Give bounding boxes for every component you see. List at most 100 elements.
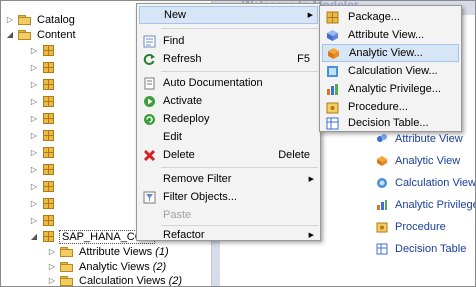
refresh-icon	[142, 52, 156, 66]
calculation-view-icon	[376, 177, 388, 189]
expand-arrow-icon[interactable]: ▷	[47, 276, 57, 285]
expand-arrow-icon[interactable]: ▷	[29, 216, 39, 225]
package-icon	[43, 113, 54, 124]
expand-arrow-icon[interactable]: ▷	[29, 165, 39, 174]
menu-item-label: Redeploy	[163, 113, 210, 125]
submenu-arrow-icon: ▶	[308, 232, 314, 239]
quick-link-label: Calculation View	[395, 177, 476, 189]
quick-link-label: Attribute View	[395, 133, 463, 145]
submenu-item-analytic-privilege[interactable]: Analytic Privilege...	[322, 80, 459, 98]
submenu-item-label: Package...	[348, 11, 400, 23]
submenu-item-label: Analytic View...	[349, 47, 423, 59]
tree-package-row[interactable]: ▷	[29, 76, 59, 93]
submenu-item-attribute-view[interactable]: Attribute View...	[322, 26, 459, 44]
tree-node-content[interactable]: ◢ Content	[5, 26, 76, 43]
expand-arrow-icon[interactable]: ▷	[29, 97, 39, 106]
submenu-item-label: Procedure...	[348, 101, 408, 113]
new-submenu: Package... Attribute View... Analytic Vi…	[319, 5, 462, 132]
activate-icon	[142, 94, 156, 108]
menu-item-remove-filter[interactable]: Remove Filter ▶	[139, 170, 318, 188]
collapse-arrow-icon[interactable]: ◢	[29, 232, 39, 241]
procedure-icon	[325, 100, 339, 114]
tree-package-row[interactable]: ▷	[29, 127, 59, 144]
tree-node-label: Calculation Views	[79, 274, 166, 287]
tree-node-calculation-views[interactable]: ▷ Calculation Views (2)	[47, 272, 182, 287]
menu-item-activate[interactable]: Activate	[139, 92, 318, 110]
tree-node-count: (2)	[152, 260, 167, 273]
tree-package-row[interactable]: ▷	[29, 144, 59, 161]
menu-item-auto-documentation[interactable]: Auto Documentation	[139, 74, 318, 92]
menu-item-shortcut: Delete	[278, 149, 310, 161]
menu-item-redeploy[interactable]: Redeploy	[139, 110, 318, 128]
tree-package-row[interactable]: ▷	[29, 42, 59, 59]
package-icon	[43, 96, 54, 107]
quick-link-analytic-view[interactable]: Analytic View	[376, 150, 475, 172]
filter-icon	[142, 190, 156, 204]
expand-arrow-icon[interactable]: ▷	[29, 80, 39, 89]
menu-item-shortcut: F5	[297, 53, 310, 65]
menu-item-filter-objects[interactable]: Filter Objects...	[139, 188, 318, 206]
tree-package-row[interactable]: ▷	[29, 110, 59, 127]
package-icon	[43, 62, 54, 73]
tree-node-count: (1)	[155, 245, 169, 258]
decision-table-icon	[376, 243, 388, 255]
quick-link-calculation-view[interactable]: Calculation View	[376, 172, 476, 194]
menu-item-label: Paste	[163, 209, 192, 221]
window: ▷ Catalog ◢ Content ▷ ▷ ▷ ▷ ▷ ▷ ▷ ▷ ▷ ▷ …	[0, 0, 476, 287]
submenu-item-package[interactable]: Package...	[322, 8, 459, 26]
quick-link-label: Procedure	[395, 221, 446, 233]
package-icon	[43, 130, 54, 141]
expand-arrow-icon[interactable]: ▷	[29, 182, 39, 191]
submenu-item-analytic-view[interactable]: Analytic View...	[322, 44, 459, 62]
attribute-view-icon	[325, 28, 339, 42]
menu-item-paste[interactable]: Paste	[139, 206, 318, 224]
tree-package-row[interactable]: ▷	[29, 195, 59, 212]
menu-item-label: New	[164, 9, 187, 21]
tree-package-row[interactable]: ▷	[29, 212, 59, 229]
menu-item-refresh[interactable]: Refresh F5	[139, 50, 318, 68]
menu-item-new[interactable]: New ▶	[139, 6, 318, 24]
folder-icon	[60, 275, 74, 286]
folder-icon	[60, 246, 74, 257]
submenu-item-calculation-view[interactable]: Calculation View...	[322, 62, 459, 80]
menu-item-edit[interactable]: Edit	[139, 128, 318, 146]
analytic-view-icon	[376, 155, 388, 167]
package-icon	[43, 164, 54, 175]
folder-icon	[18, 29, 32, 40]
tree-package-row[interactable]: ▷	[29, 161, 59, 178]
redeploy-icon	[142, 112, 156, 126]
tree-package-row[interactable]: ▷	[29, 93, 59, 110]
quick-link-decision-table[interactable]: Decision Table	[376, 238, 475, 260]
quick-link-label: Decision Table	[395, 243, 467, 255]
expand-arrow-icon[interactable]: ▷	[29, 199, 39, 208]
tree-package-row[interactable]: ▷	[29, 178, 59, 195]
submenu-item-label: Attribute View...	[348, 29, 425, 41]
quick-link-analytic-privilege[interactable]: Analytic Privilege	[376, 194, 475, 216]
expand-arrow-icon[interactable]: ▷	[29, 131, 39, 140]
package-icon	[43, 231, 54, 242]
expand-arrow-icon[interactable]: ▷	[47, 247, 57, 256]
menu-item-label: Delete	[163, 149, 195, 161]
menu-item-delete[interactable]: Delete Delete	[139, 146, 318, 164]
expand-arrow-icon[interactable]: ▷	[29, 63, 39, 72]
expand-arrow-icon[interactable]: ▷	[5, 15, 15, 24]
submenu-item-label: Calculation View...	[348, 65, 438, 77]
menu-item-find[interactable]: Find	[139, 32, 318, 50]
document-icon	[142, 76, 156, 90]
menu-item-label: Remove Filter	[163, 173, 232, 185]
submenu-item-decision-table[interactable]: Decision Table...	[322, 114, 459, 132]
expand-arrow-icon[interactable]: ▷	[29, 114, 39, 123]
quick-link-label: Analytic View	[395, 155, 461, 167]
quick-link-procedure[interactable]: Procedure	[376, 216, 475, 238]
menu-item-refactor[interactable]: Refactor ▶	[139, 226, 318, 244]
tree-node-label: Analytic Views	[79, 260, 150, 273]
package-icon	[43, 198, 54, 209]
delete-icon	[142, 148, 156, 162]
decision-table-icon	[325, 116, 339, 130]
procedure-icon	[376, 221, 388, 233]
expand-arrow-icon[interactable]: ▷	[29, 148, 39, 157]
tree-package-row[interactable]: ▷	[29, 59, 59, 76]
expand-arrow-icon[interactable]: ▷	[29, 46, 39, 55]
expand-arrow-icon[interactable]: ▷	[47, 262, 57, 271]
collapse-arrow-icon[interactable]: ◢	[5, 30, 15, 39]
